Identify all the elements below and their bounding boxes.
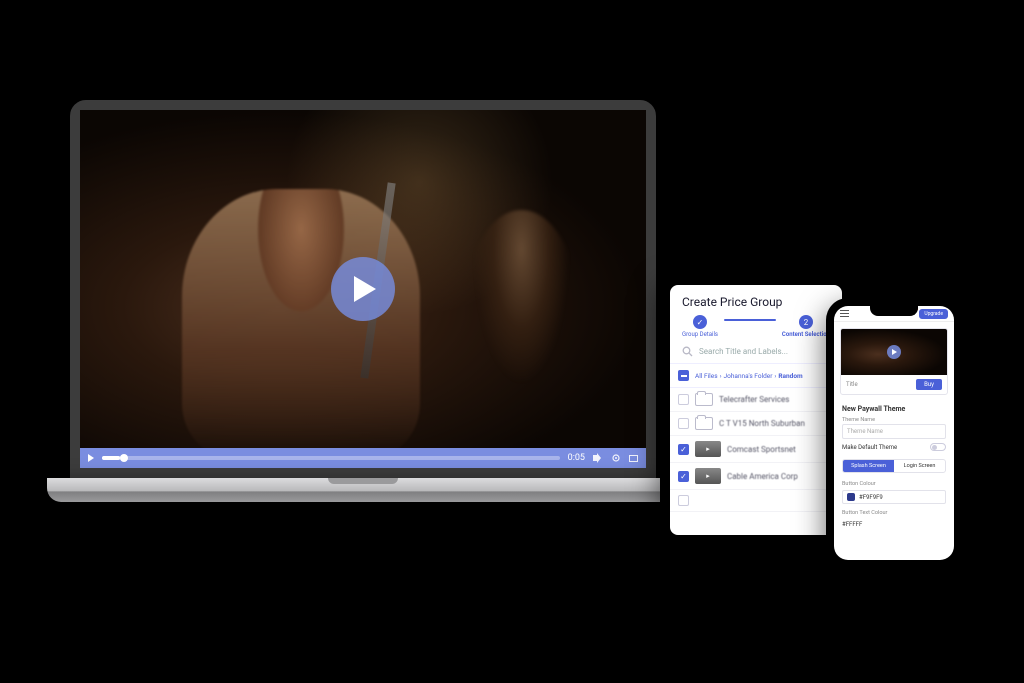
breadcrumb: All Files › Johanna's Folder › Random xyxy=(670,363,842,388)
row-label: Comcast Sportsnet xyxy=(727,445,796,454)
list-item[interactable]: C T V15 North Suburban xyxy=(670,412,842,436)
checkbox[interactable]: ✓ xyxy=(678,444,689,455)
laptop-base xyxy=(47,478,680,502)
breadcrumb-item[interactable]: All Files xyxy=(695,372,718,380)
paywall-preview: Title Buy xyxy=(840,328,948,395)
make-default-toggle[interactable] xyxy=(930,443,946,451)
upgrade-button[interactable]: Upgrade xyxy=(919,309,948,319)
volume-icon[interactable] xyxy=(593,453,603,463)
list-item[interactable]: ✓ ▸ Cable America Corp xyxy=(670,463,842,490)
list-item[interactable]: Telecrafter Services xyxy=(670,388,842,412)
screen-tabs: Splash Screen Login Screen xyxy=(842,459,946,473)
settings-icon[interactable] xyxy=(611,453,621,463)
search-row[interactable]: Search Title and Labels... xyxy=(670,340,842,363)
seek-bar[interactable] xyxy=(102,456,560,460)
video-thumb-icon: ▸ xyxy=(695,468,721,484)
button-text-colour-picker[interactable]: #FFFFF xyxy=(842,519,946,530)
breadcrumb-item[interactable]: Johanna's Folder xyxy=(724,372,773,380)
trackpad-notch xyxy=(328,478,398,484)
checkbox[interactable] xyxy=(678,495,689,506)
phone-screen: Upgrade Title Buy New Paywall Theme Them… xyxy=(834,306,954,560)
theme-name-input[interactable]: Theme Name xyxy=(842,424,946,439)
colour-swatch-icon xyxy=(847,493,855,501)
section-title: New Paywall Theme xyxy=(834,401,954,413)
play-icon xyxy=(354,276,376,302)
play-button[interactable] xyxy=(331,257,395,321)
tab-login-screen[interactable]: Login Screen xyxy=(894,460,945,472)
button-colour-label: Button Colour xyxy=(834,477,954,488)
button-colour-picker[interactable]: #F9F9F9 xyxy=(842,490,946,504)
list-item[interactable] xyxy=(670,490,842,512)
fullscreen-icon[interactable] xyxy=(629,455,638,462)
chevron-right-icon: › xyxy=(720,372,722,380)
row-label: Cable America Corp xyxy=(727,472,798,481)
checkbox[interactable]: ✓ xyxy=(678,471,689,482)
phone-notch xyxy=(870,306,918,316)
step-done-icon: ✓ xyxy=(693,315,707,329)
search-placeholder: Search Title and Labels... xyxy=(699,347,788,356)
page-title: Create Price Group xyxy=(670,285,842,315)
list-item[interactable]: ✓ ▸ Comcast Sportsnet xyxy=(670,436,842,463)
folder-icon xyxy=(695,393,713,406)
preview-cta-button[interactable]: Buy xyxy=(916,379,942,390)
step-label: Group Details xyxy=(682,331,718,338)
button-text-colour-label: Button Text Colour xyxy=(834,506,954,517)
chevron-right-icon: › xyxy=(774,372,776,380)
theme-name-label: Theme Name xyxy=(834,413,954,424)
step-connector xyxy=(724,319,776,321)
video-player: 0:05 xyxy=(80,110,646,468)
row-label: Telecrafter Services xyxy=(719,395,789,404)
guitarist-figure xyxy=(465,210,578,407)
video-thumb-icon: ▸ xyxy=(695,441,721,457)
row-label: C T V15 North Suburban xyxy=(719,419,805,428)
tab-splash-screen[interactable]: Splash Screen xyxy=(843,460,894,472)
step-group-details[interactable]: ✓ Group Details xyxy=(682,315,718,338)
colour-value: #FFFFF xyxy=(842,521,862,528)
checkbox[interactable] xyxy=(678,394,689,405)
preview-title-hint: Title xyxy=(846,381,858,388)
step-label: Content Selection xyxy=(782,331,830,338)
tablet-device: Create Price Group ✓ Group Details 2 Con… xyxy=(660,275,852,545)
step-content-selection[interactable]: 2 Content Selection xyxy=(782,315,830,338)
step-current-icon: 2 xyxy=(799,315,813,329)
checkbox[interactable] xyxy=(678,418,689,429)
content-list: Telecrafter Services C T V15 North Subur… xyxy=(670,388,842,535)
time-display: 0:05 xyxy=(568,453,585,463)
preview-video xyxy=(841,329,947,375)
menu-icon[interactable] xyxy=(840,310,849,317)
make-default-label: Make Default Theme xyxy=(842,444,897,451)
breadcrumb-item[interactable]: Random xyxy=(778,372,802,380)
wizard-stepper: ✓ Group Details 2 Content Selection xyxy=(670,315,842,340)
phone-device: Upgrade Title Buy New Paywall Theme Them… xyxy=(826,298,962,568)
tablet-screen: Create Price Group ✓ Group Details 2 Con… xyxy=(670,285,842,535)
select-all-checkbox[interactable] xyxy=(678,370,689,381)
seek-knob[interactable] xyxy=(120,454,128,462)
video-controls: 0:05 xyxy=(80,448,646,468)
laptop-lid: 0:05 xyxy=(70,100,656,478)
laptop-device: 0:05 xyxy=(70,100,656,502)
colour-value: #F9F9F9 xyxy=(859,494,883,501)
controls-play-icon[interactable] xyxy=(88,454,94,462)
folder-icon xyxy=(695,417,713,430)
search-icon xyxy=(682,346,693,357)
play-icon[interactable] xyxy=(887,345,901,359)
